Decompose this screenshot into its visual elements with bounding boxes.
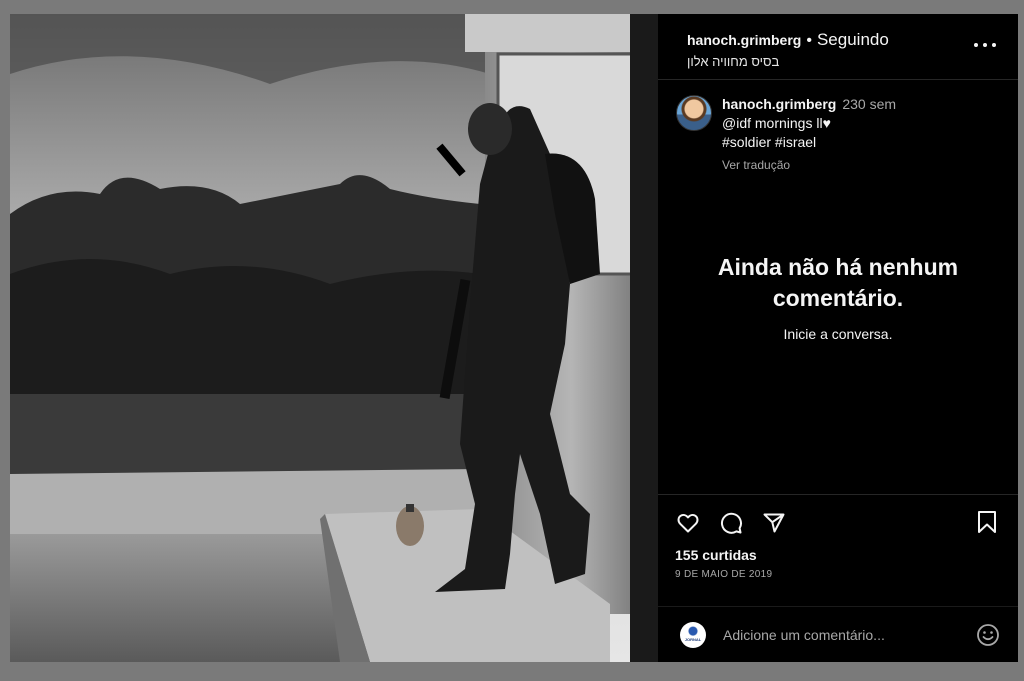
post-date: 9 DE MAIO DE 2019 <box>675 569 773 580</box>
commenter-avatar: JORNAL <box>680 621 706 648</box>
empty-comments: Ainda não há nenhum comentário. Inicie a… <box>658 252 1018 342</box>
comment-input[interactable] <box>721 625 976 644</box>
empty-comments-subtitle: Inicie a conversa. <box>783 326 893 342</box>
share-button[interactable] <box>761 510 787 536</box>
post-modal: hanoch.grimberg • Seguindo בסיס מחוויה אלו… <box>10 14 1018 662</box>
caption-body: hanoch.grimberg 230 sem @idf mornings ll♥… <box>722 95 896 180</box>
caption-header: hanoch.grimberg 230 sem <box>722 95 896 114</box>
header-title-row: hanoch.grimberg • Seguindo <box>687 30 1018 50</box>
caption-username[interactable]: hanoch.grimberg <box>722 96 836 112</box>
caption-hashtags[interactable]: #soldier #israel <box>722 133 896 152</box>
more-dot-icon <box>983 43 987 47</box>
post-header: hanoch.grimberg • Seguindo בסיס מחוויה אלו… <box>658 14 1018 80</box>
commenter-logo-text: JORNAL <box>684 637 702 642</box>
soldier-photo <box>10 14 657 662</box>
caption-line-1: @idf mornings ll♥ <box>722 115 831 131</box>
follow-status[interactable]: Seguindo <box>817 30 889 49</box>
emoji-icon[interactable] <box>976 623 1000 647</box>
send-icon <box>763 513 785 533</box>
likes-count[interactable]: 155 curtidas <box>675 547 1018 563</box>
avatar[interactable] <box>676 95 712 131</box>
post-actions-section: 155 curtidas 9 DE MAIO DE 2019 <box>658 494 1018 580</box>
empty-comments-title: Ainda não há nenhum comentário. <box>717 254 959 311</box>
comment-icon <box>720 512 742 534</box>
add-comment-bar: JORNAL <box>658 606 1018 662</box>
save-button[interactable] <box>974 509 1000 535</box>
post-photo[interactable] <box>10 14 657 662</box>
translate-link[interactable]: Ver tradução <box>722 156 896 175</box>
like-button[interactable] <box>675 510 701 536</box>
caption-time: 230 sem <box>842 96 897 112</box>
comment-button[interactable] <box>718 510 744 536</box>
post-location[interactable]: בסיס מחוויה אלון <box>687 54 1018 69</box>
heart-icon <box>677 513 699 533</box>
more-options-button[interactable] <box>974 38 996 52</box>
post-username[interactable]: hanoch.grimberg <box>687 32 801 48</box>
post-caption: hanoch.grimberg 230 sem @idf mornings ll♥… <box>658 80 1018 180</box>
bookmark-icon <box>978 511 996 533</box>
action-bar <box>675 509 1018 537</box>
more-dot-icon <box>974 43 978 47</box>
separator-dot: • <box>806 32 812 49</box>
post-sidebar: hanoch.grimberg • Seguindo בסיס מחוויה אלו… <box>657 14 1018 662</box>
more-dot-icon <box>992 43 996 47</box>
